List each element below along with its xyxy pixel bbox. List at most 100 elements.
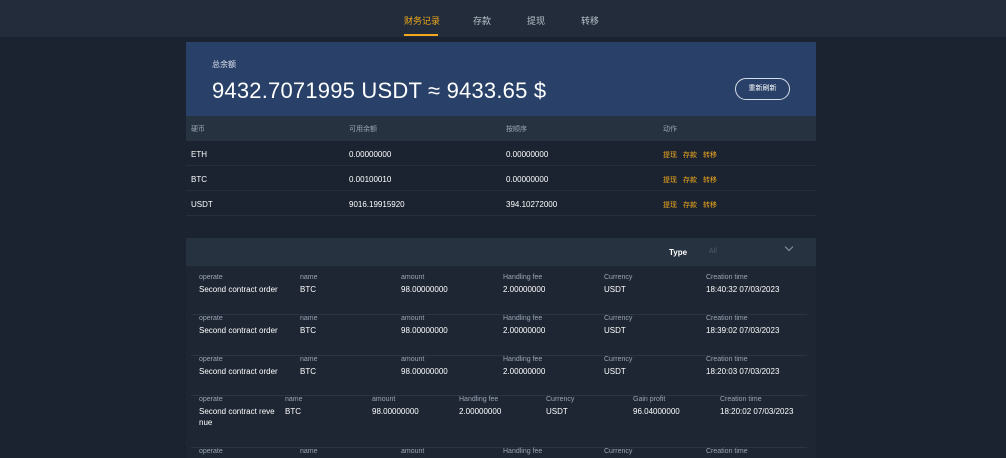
record-field-value: 98.00000000 [401, 285, 448, 294]
tab-deposit[interactable]: 存款 [473, 14, 491, 27]
record-field-currency: Currency USDT [546, 396, 574, 417]
record-field-value: 2.00000000 [503, 326, 546, 335]
record-field-currency: Currency USDT [604, 274, 632, 295]
record-field-value: USDT [604, 326, 626, 335]
withdraw-link[interactable]: 提现 [663, 150, 677, 160]
transfer-link[interactable]: 转移 [703, 175, 717, 185]
record-field-value: Second contract order [199, 326, 278, 335]
record-field-label: amount [401, 356, 425, 363]
record-field-label: Gain profit [633, 396, 666, 403]
record-field-label: Currency [604, 315, 633, 322]
record-field-value: Second contract reve nue [199, 407, 275, 427]
record-field-label: amount [401, 448, 425, 455]
type-filter-select[interactable]: All [706, 242, 796, 259]
tab-withdraw[interactable]: 提现 [527, 14, 545, 27]
record-field-label: operate [199, 315, 223, 322]
record-field-label: amount [401, 315, 425, 322]
record-field-label: name [300, 356, 318, 363]
withdraw-link[interactable]: 提现 [663, 175, 677, 185]
record-field-label: Handling fee [503, 315, 543, 322]
tab-transfer[interactable]: 转移 [581, 14, 599, 27]
record-field-operate: operate [199, 448, 289, 458]
record-field-currency: Currency [604, 448, 632, 458]
record-field-label: Currency [604, 274, 633, 281]
asset-coin-cell: USDT [191, 200, 213, 209]
filter-bar: Type All [186, 238, 816, 266]
record-field-value: BTC [285, 407, 301, 416]
record-field-label: operate [199, 356, 223, 363]
asset-coin-cell: BTC [191, 175, 207, 184]
record-field-label: Handling fee [503, 274, 543, 281]
record-field-label: Handling fee [503, 448, 543, 455]
record-field-handling-fee: Handling fee 2.00000000 [459, 396, 501, 417]
record-field-value: 18:40:32 07/03/2023 [706, 285, 780, 294]
tab-financial-records[interactable]: 财务记录 [404, 14, 440, 27]
record-field-gain-profit: Gain profit 96.04000000 [633, 396, 680, 417]
record-field-value: 98.00000000 [401, 367, 448, 376]
record-field-label: Handling fee [459, 396, 499, 403]
record-field-value: USDT [604, 285, 626, 294]
record-field-label: Creation time [720, 396, 762, 403]
record-field-value: 98.00000000 [401, 326, 448, 335]
asset-table: 硬币 可用余额 按顺序 动作 ETH 0.00000000 0.00000000 提现… [186, 116, 816, 216]
record-field-handling-fee: Handling fee [503, 448, 542, 458]
record-field-value: 18:20:02 07/03/2023 [720, 407, 794, 416]
record-field-operate: operate Second contract reve nue [199, 396, 289, 428]
deposit-link[interactable]: 存款 [683, 150, 697, 160]
record-field-name: name BTC [285, 396, 303, 417]
record-field-operate: operate Second contract order [199, 356, 289, 377]
record-field-name: name BTC [300, 274, 318, 295]
record-field-value: 96.04000000 [633, 407, 680, 416]
record-field-value: 2.00000000 [503, 367, 546, 376]
asset-row: USDT 9016.19915920 394.10272000 提现 存款 转移 [186, 191, 816, 216]
withdraw-link[interactable]: 提现 [663, 200, 677, 210]
record-field-value: USDT [546, 407, 568, 416]
record-field-creation-time: Creation time 18:20:02 07/03/2023 [720, 396, 793, 417]
record-field-amount: amount 98.00000000 [401, 315, 448, 336]
type-filter-label: Type [669, 248, 688, 257]
record-field-label: amount [401, 274, 425, 281]
record-field-currency: Currency USDT [604, 315, 632, 336]
record-field-value: BTC [300, 367, 316, 376]
record-item: operate Second contract order name BTC amoun… [191, 356, 807, 396]
column-header-coin: 硬币 [191, 126, 205, 133]
record-item: operate Second contract order name BTC amoun… [191, 274, 807, 315]
record-field-amount: amount 98.00000000 [401, 274, 448, 295]
asset-coin-cell: ETH [191, 150, 207, 159]
record-field-label: name [285, 396, 303, 403]
record-field-name: name BTC [300, 356, 318, 377]
asset-table-header: 硬币 可用余额 按顺序 动作 [186, 116, 816, 141]
record-field-value: 98.00000000 [372, 407, 419, 416]
record-field-amount: amount 98.00000000 [372, 396, 419, 417]
record-field-label: Currency [546, 396, 575, 403]
deposit-link[interactable]: 存款 [683, 175, 697, 185]
record-field-amount: amount [401, 448, 424, 458]
refresh-button[interactable]: 重新刷新 [735, 78, 790, 100]
record-field-value: 18:20:03 07/03/2023 [706, 367, 780, 376]
asset-available-cell: 9016.19915920 [349, 200, 405, 209]
asset-in-order-cell: 394.10272000 [506, 200, 558, 209]
record-field-label: Creation time [706, 448, 748, 455]
active-tab-indicator [404, 34, 438, 36]
asset-available-cell: 0.00000000 [349, 150, 392, 159]
transfer-link[interactable]: 转移 [703, 150, 717, 160]
record-field-label: name [300, 448, 318, 455]
record-field-value: USDT [604, 367, 626, 376]
type-filter-value: All [709, 248, 717, 255]
tab-bar: 财务记录 存款 提现 转移 [0, 0, 1006, 38]
asset-row: BTC 0.00100010 0.00000000 提现 存款 转移 [186, 166, 816, 191]
asset-available-cell: 0.00100010 [349, 175, 392, 184]
transfer-link[interactable]: 转移 [703, 200, 717, 210]
record-field-label: Creation time [706, 274, 748, 281]
record-field-creation-time: Creation time [706, 448, 748, 458]
record-field-operate: operate Second contract order [199, 274, 289, 295]
record-field-operate: operate Second contract order [199, 315, 289, 336]
deposit-link[interactable]: 存款 [683, 200, 697, 210]
record-field-currency: Currency USDT [604, 356, 632, 377]
record-field-handling-fee: Handling fee 2.00000000 [503, 315, 545, 336]
record-field-creation-time: Creation time 18:40:32 07/03/2023 [706, 274, 779, 295]
record-field-label: operate [199, 448, 223, 455]
record-item: operate Second contract order name BTC amoun… [191, 315, 807, 356]
record-field-value: BTC [300, 326, 316, 335]
record-field-name: name BTC [300, 315, 318, 336]
